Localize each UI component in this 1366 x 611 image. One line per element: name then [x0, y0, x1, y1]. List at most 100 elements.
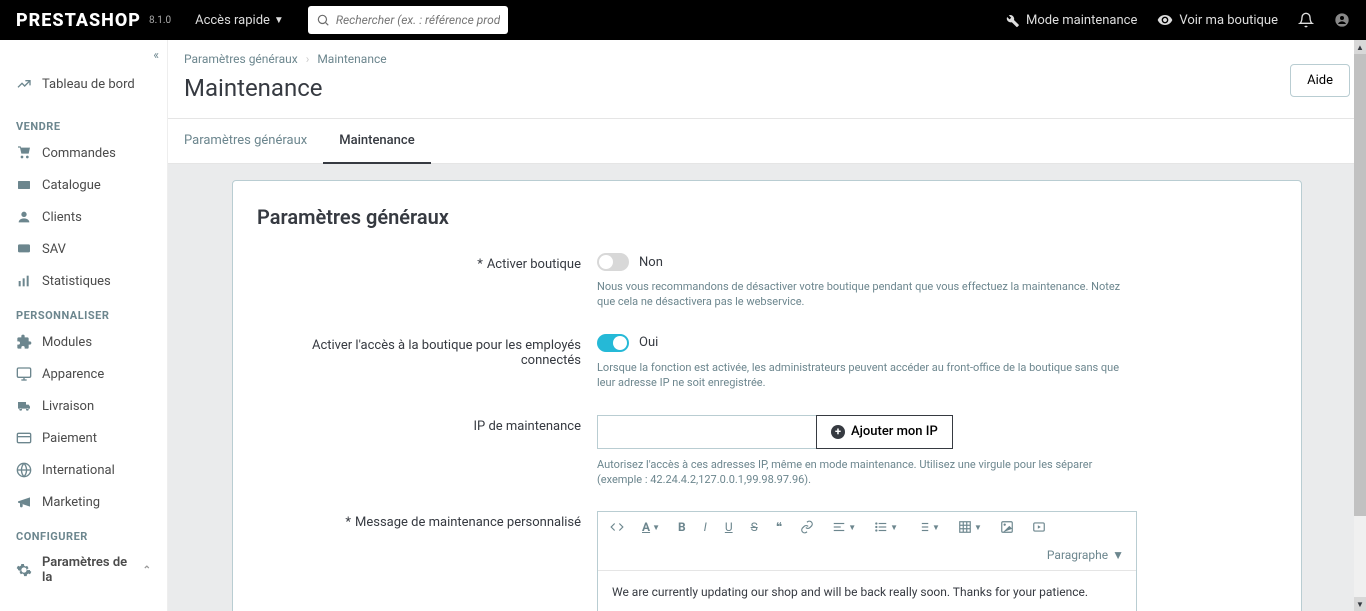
enable-shop-help: Nous vous recommandons de désactiver vot…: [597, 279, 1137, 310]
sidebar: « Tableau de bord VENDRE Commandes Catal…: [0, 40, 168, 611]
editor-toolbar: A▼ B I U S ❝ ▼ ▼ ▼ ▼: [598, 512, 1136, 571]
underline-button[interactable]: U: [721, 518, 737, 536]
sidebar-item-label: SAV: [42, 242, 66, 257]
sidebar-item-label: Commandes: [42, 146, 116, 161]
plus-icon: +: [831, 425, 845, 439]
enable-shop-label: Activer boutique: [487, 257, 581, 272]
custom-message-label: Message de maintenance personnalisé: [355, 515, 581, 530]
numbered-list-button[interactable]: ▼: [912, 518, 944, 536]
stats-icon: [16, 273, 32, 289]
truck-icon: [16, 398, 32, 414]
strikethrough-button[interactable]: S: [747, 518, 762, 536]
sidebar-item-label: Catalogue: [42, 178, 101, 193]
breadcrumb-item: Maintenance: [317, 52, 386, 66]
sidebar-item-label: Statistiques: [42, 274, 111, 289]
sidebar-item-label: Livraison: [42, 399, 94, 414]
bullet-list-button[interactable]: ▼: [870, 518, 902, 536]
maintenance-mode-label: Mode maintenance: [1026, 13, 1137, 28]
align-button[interactable]: ▼: [828, 518, 860, 536]
paragraph-format-select[interactable]: Paragraphe▼: [1043, 546, 1128, 564]
scroll-down-button[interactable]: ▼: [1354, 597, 1366, 611]
panel-title: Paramètres généraux: [257, 205, 1277, 229]
sidebar-item-sav[interactable]: SAV: [0, 233, 167, 265]
scrollbar-thumb[interactable]: [1354, 54, 1366, 516]
card-icon: [16, 430, 32, 446]
sidebar-item-customers[interactable]: Clients: [0, 201, 167, 233]
source-code-button[interactable]: [606, 518, 628, 536]
scrollbar-track[interactable]: [1354, 54, 1366, 597]
sidebar-item-label: International: [42, 463, 115, 478]
bold-button[interactable]: B: [674, 518, 690, 536]
profile-button[interactable]: [1334, 12, 1350, 28]
chevron-right-icon: ›: [306, 52, 310, 66]
employee-access-state: Oui: [639, 335, 658, 350]
tab-maintenance[interactable]: Maintenance: [323, 119, 430, 164]
link-button[interactable]: [796, 518, 818, 536]
scrollbar[interactable]: ▲ ▼: [1354, 40, 1366, 611]
sidebar-item-appearance[interactable]: Apparence: [0, 358, 167, 390]
search-box[interactable]: [308, 6, 508, 34]
add-my-ip-label: Ajouter mon IP: [851, 424, 938, 439]
sidebar-item-modules[interactable]: Modules: [0, 326, 167, 358]
tag-icon: [16, 177, 32, 193]
maintenance-ip-label: IP de maintenance: [474, 419, 582, 434]
trending-icon: [16, 76, 32, 92]
enable-shop-toggle[interactable]: [597, 253, 629, 271]
employee-access-toggle[interactable]: [597, 334, 629, 352]
tab-general[interactable]: Paramètres généraux: [168, 119, 323, 163]
italic-button[interactable]: I: [700, 518, 711, 536]
collapse-sidebar-button[interactable]: «: [153, 48, 159, 62]
sidebar-item-shipping[interactable]: Livraison: [0, 390, 167, 422]
breadcrumb: Paramètres généraux › Maintenance: [184, 52, 1350, 66]
sidebar-item-label: Paramètres de la: [42, 555, 133, 585]
sidebar-item-label: Paiement: [42, 431, 97, 446]
editor-content[interactable]: We are currently updating our shop and w…: [598, 571, 1136, 611]
quote-button[interactable]: ❝: [772, 518, 786, 536]
sidebar-section-sell: VENDRE: [0, 108, 167, 137]
gear-icon: [16, 562, 32, 578]
sidebar-item-international[interactable]: International: [0, 454, 167, 486]
text-color-button[interactable]: A▼: [638, 518, 664, 536]
sidebar-item-stats[interactable]: Statistiques: [0, 265, 167, 297]
video-button[interactable]: [1028, 518, 1050, 536]
chevron-up-icon: ⌃: [143, 565, 151, 576]
view-shop-link[interactable]: Voir ma boutique: [1157, 12, 1278, 28]
view-shop-label: Voir ma boutique: [1179, 13, 1278, 28]
table-button[interactable]: ▼: [954, 518, 986, 536]
scroll-up-button[interactable]: ▲: [1354, 40, 1366, 54]
sidebar-item-orders[interactable]: Commandes: [0, 137, 167, 169]
sidebar-section-personalize: PERSONNALISER: [0, 297, 167, 326]
person-icon: [16, 209, 32, 225]
sidebar-item-payment[interactable]: Paiement: [0, 422, 167, 454]
maintenance-ip-input[interactable]: [597, 415, 817, 449]
version: 8.1.0: [149, 15, 171, 26]
sidebar-item-label: Modules: [42, 335, 92, 350]
notifications-button[interactable]: [1298, 12, 1314, 28]
sidebar-item-label: Apparence: [42, 367, 104, 382]
breadcrumb-item[interactable]: Paramètres généraux: [184, 52, 298, 66]
help-button[interactable]: Aide: [1290, 64, 1350, 97]
employee-access-label: Activer l'accès à la boutique pour les e…: [312, 338, 581, 368]
sidebar-item-catalog[interactable]: Catalogue: [0, 169, 167, 201]
eye-icon: [1157, 12, 1173, 28]
add-my-ip-button[interactable]: + Ajouter mon IP: [816, 415, 953, 449]
sidebar-item-marketing[interactable]: Marketing: [0, 486, 167, 518]
globe-icon: [16, 462, 32, 478]
desktop-icon: [16, 366, 32, 382]
megaphone-icon: [16, 494, 32, 510]
search-input[interactable]: [336, 13, 500, 27]
image-button[interactable]: [996, 518, 1018, 536]
puzzle-icon: [16, 334, 32, 350]
sidebar-item-dashboard[interactable]: Tableau de bord: [0, 68, 167, 100]
sidebar-item-shop-params[interactable]: Paramètres de la ⌃: [0, 547, 167, 593]
rich-text-editor: A▼ B I U S ❝ ▼ ▼ ▼ ▼: [597, 511, 1137, 611]
maintenance-mode-link[interactable]: Mode maintenance: [1004, 12, 1137, 28]
enable-shop-state: Non: [639, 255, 663, 270]
wrench-icon: [1004, 12, 1020, 28]
sidebar-item-label: Marketing: [42, 495, 100, 510]
user-icon: [1334, 12, 1350, 28]
logo: PRESTASHOP: [16, 10, 141, 31]
sidebar-item-label: Tableau de bord: [42, 77, 135, 92]
quick-access-menu[interactable]: Accès rapide ▼: [195, 13, 284, 28]
sidebar-item-label: Clients: [42, 210, 82, 225]
